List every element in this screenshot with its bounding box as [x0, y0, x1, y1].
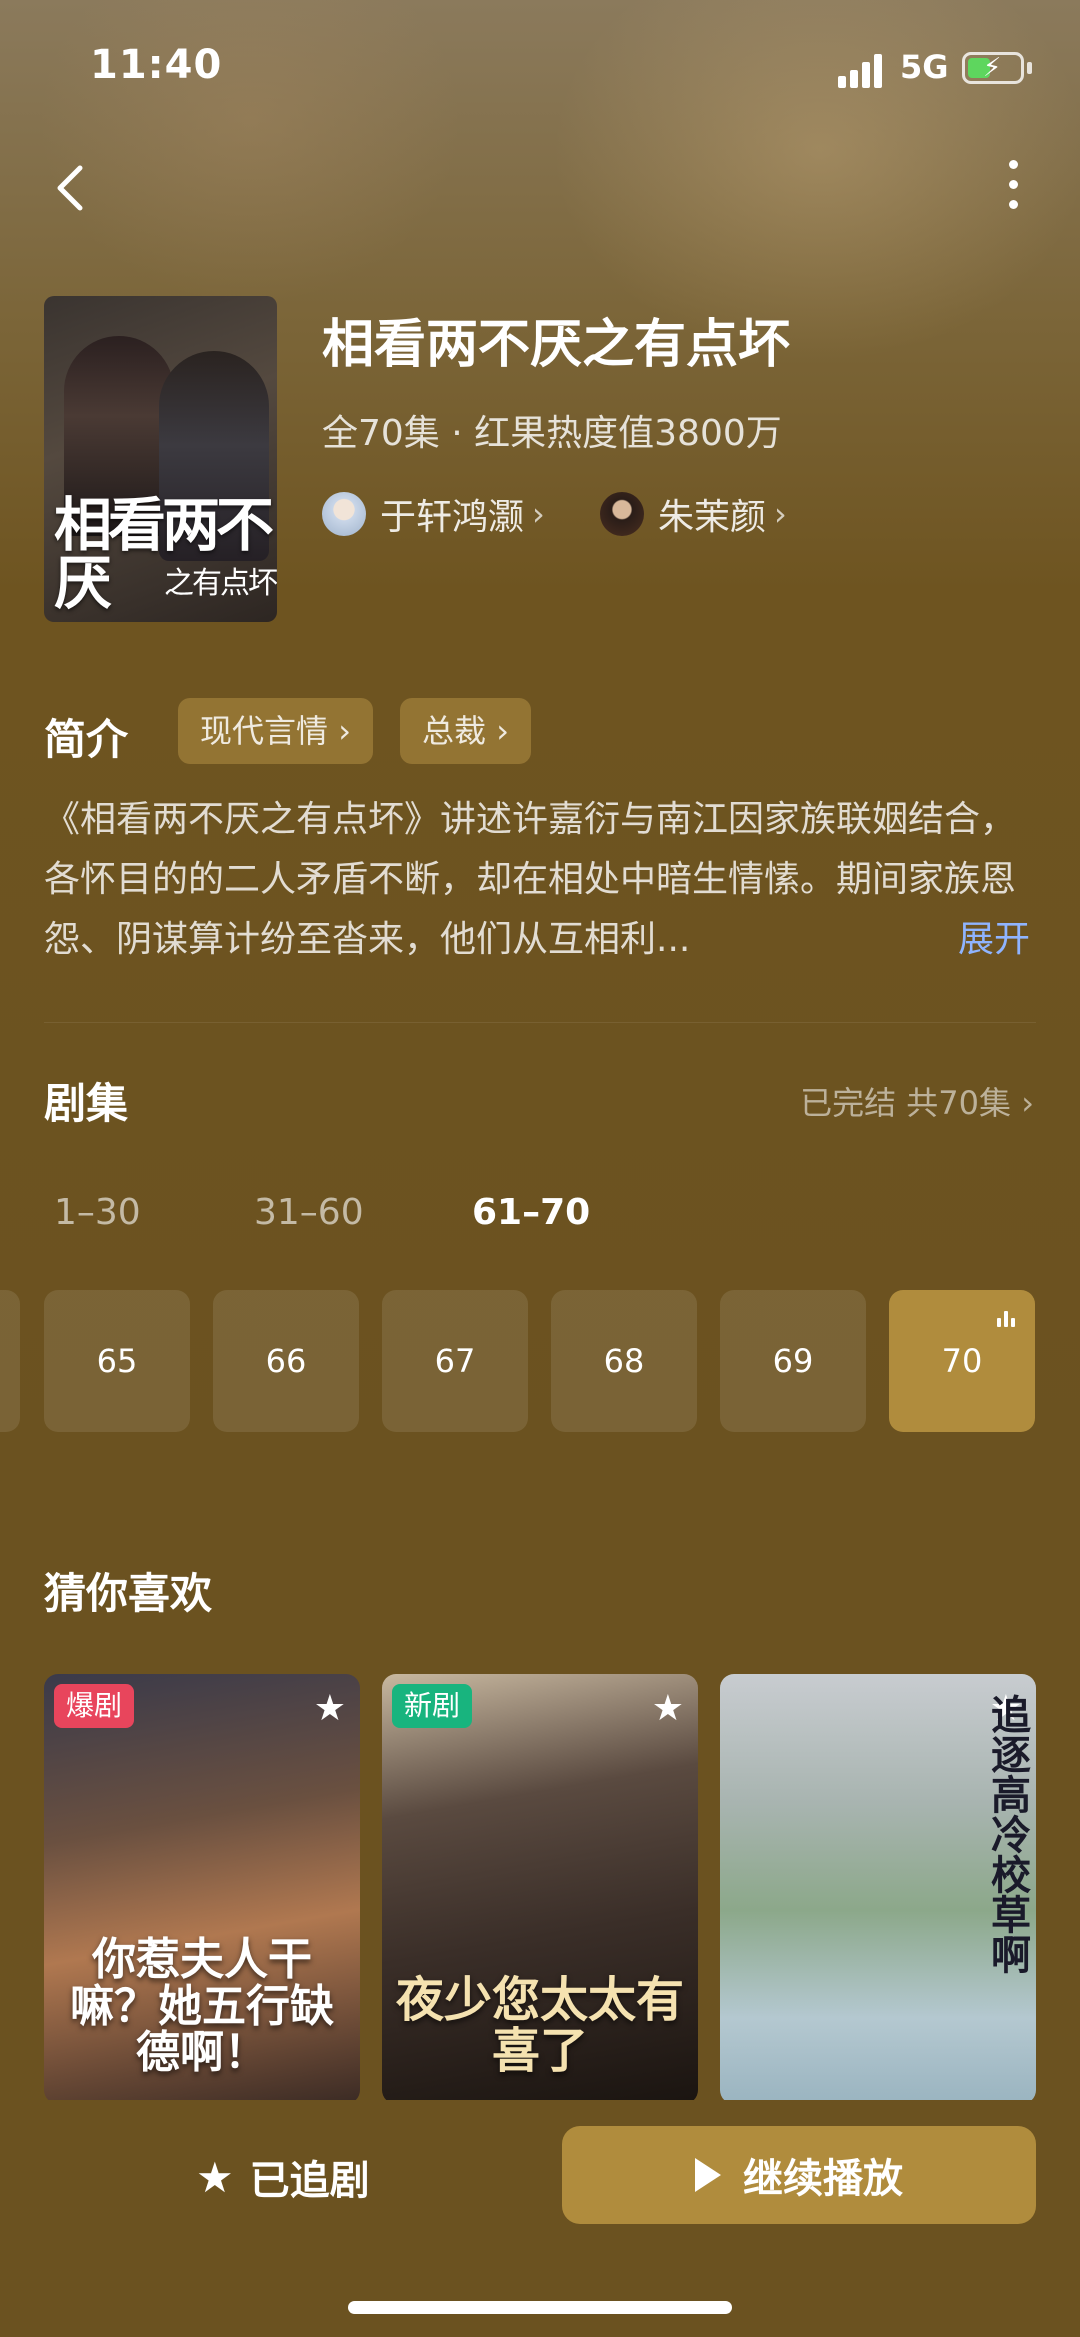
divider	[44, 1022, 1036, 1023]
chevron-right-icon: ›	[338, 712, 351, 750]
play-icon	[695, 2158, 721, 2192]
cast-name: 于轩鸿灏	[380, 497, 525, 538]
show-poster[interactable]: 相看两不厌 之有点坏	[44, 296, 277, 622]
new-badge: 新剧	[392, 1684, 473, 1728]
episodes-status-link[interactable]: 已完结 共70集 ›	[800, 1078, 1034, 1124]
continue-play-button[interactable]: 继续播放	[562, 2126, 1036, 2224]
show-title: 相看两不厌之有点坏	[322, 315, 791, 375]
poster-subtitle: 之有点坏	[164, 566, 277, 601]
now-playing-icon	[997, 1311, 1017, 1327]
cast-item[interactable]: 朱茉颜 ›	[600, 488, 787, 540]
status-bar: 11:40 5G ⚡	[0, 0, 1080, 130]
more-options-button[interactable]	[998, 160, 1028, 220]
recommend-heading: 猜你喜欢	[44, 1569, 213, 1618]
intro-heading: 简介	[44, 715, 129, 764]
recommend-card[interactable]: ★ 追逐高冷校草啊	[720, 1674, 1036, 2104]
follow-button[interactable]: ★ 已追剧	[196, 2148, 370, 2206]
recommend-card[interactable]: 新剧 ★ 夜少您太太有喜了	[382, 1674, 698, 2104]
star-icon: ★	[196, 2152, 234, 2202]
episode-cell[interactable]: 68	[551, 1290, 697, 1432]
chevron-left-icon	[57, 165, 83, 211]
episode-cell[interactable]	[0, 1290, 20, 1432]
hot-badge: 爆剧	[54, 1684, 135, 1728]
tab-range-31-60[interactable]: 31–60	[254, 1192, 364, 1233]
episode-cell[interactable]: 69	[720, 1290, 866, 1432]
tab-range-1-30[interactable]: 1–30	[54, 1192, 141, 1233]
recommend-title: 夜少您太太有喜了	[395, 1972, 684, 2079]
status-time: 11:40	[90, 42, 223, 88]
chevron-right-icon: ›	[496, 712, 509, 750]
hero-background	[0, 0, 1080, 1480]
expand-link[interactable]: 展开	[958, 910, 1030, 962]
chevron-right-icon: ›	[532, 495, 545, 533]
more-dots-icon	[1008, 160, 1018, 169]
cast-item[interactable]: 于轩鸿灏 ›	[322, 488, 545, 540]
chevron-right-icon: ›	[1021, 1084, 1034, 1122]
episode-cell[interactable]: 66	[213, 1290, 359, 1432]
genre-tag[interactable]: 总裁 ›	[400, 698, 531, 764]
show-meta: 全70集 · 红果热度值3800万	[322, 413, 782, 454]
intro-text: 《相看两不厌之有点坏》讲述许嘉衍与南江因家族联姻结合，各怀目的的二人矛盾不断，却…	[44, 799, 1017, 960]
home-indicator[interactable]	[348, 2301, 732, 2314]
genre-tag[interactable]: 现代言情 ›	[178, 698, 373, 764]
battery-icon: ⚡	[962, 52, 1024, 84]
star-icon[interactable]: ★	[314, 1688, 346, 1729]
network-type: 5G	[900, 48, 949, 86]
star-icon[interactable]: ★	[652, 1688, 684, 1729]
recommend-title: 你惹夫人干嘛？她五行缺德啊！	[70, 1934, 334, 2078]
avatar	[322, 492, 366, 536]
episode-cell[interactable]: 67	[382, 1290, 528, 1432]
recommend-card[interactable]: 爆剧 ★ 你惹夫人干嘛？她五行缺德啊！	[44, 1674, 360, 2104]
episode-cell[interactable]: 65	[44, 1290, 190, 1432]
tab-range-61-70[interactable]: 61–70	[472, 1192, 590, 1233]
avatar	[600, 492, 644, 536]
episodes-heading: 剧集	[44, 1079, 129, 1128]
back-button[interactable]	[48, 160, 96, 216]
recommend-title: 追逐高冷校草啊	[984, 1694, 1031, 1974]
cast-name: 朱茉颜	[658, 497, 767, 538]
chevron-right-icon: ›	[774, 495, 787, 533]
signal-icon	[838, 54, 886, 88]
